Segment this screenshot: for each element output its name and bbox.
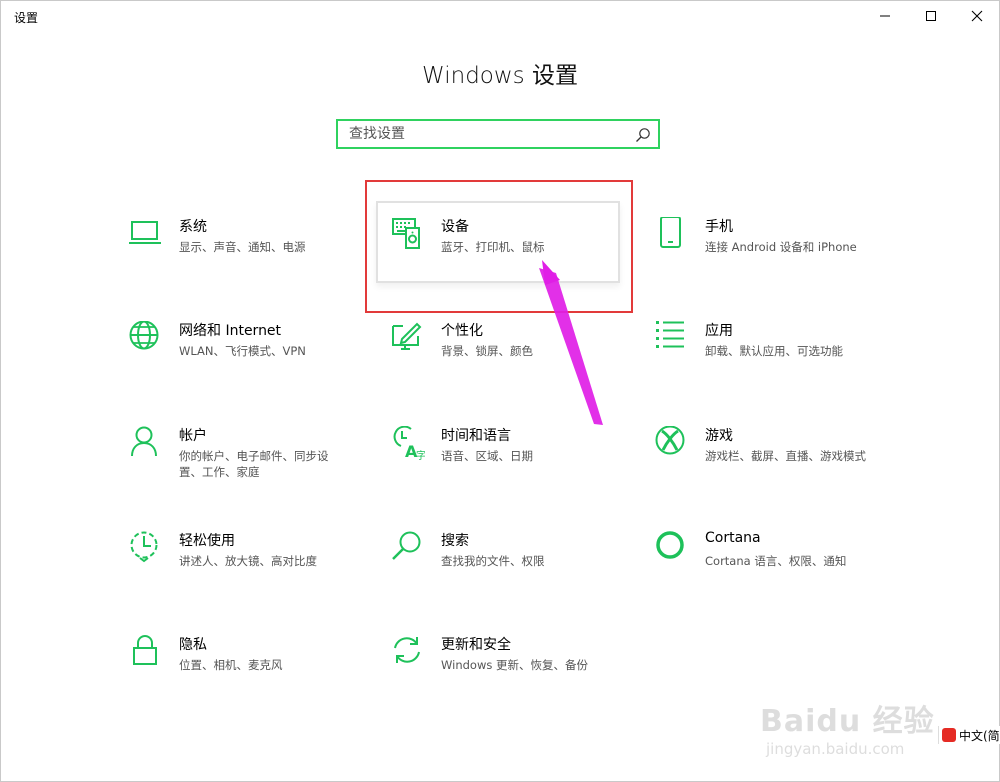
- watermark-brand: Baidu 经验: [760, 704, 935, 739]
- item-name: 轻松使用: [179, 533, 235, 549]
- search-icon[interactable]: [635, 127, 651, 143]
- minimize-icon: [880, 15, 890, 17]
- settings-item-devices[interactable]: 设备 蓝牙、打印机、鼠标: [391, 217, 641, 287]
- item-name: 时间和语言: [441, 428, 511, 444]
- item-name: 设备: [441, 219, 469, 235]
- item-desc: 背景、锁屏、颜色: [441, 344, 533, 358]
- time-language-icon: A字: [391, 426, 425, 460]
- item-name: 系统: [179, 219, 207, 235]
- settings-item-cortana[interactable]: Cortana Cortana 语言、权限、通知: [655, 530, 905, 601]
- item-name: 网络和 Internet: [179, 323, 282, 339]
- close-button[interactable]: [954, 0, 1000, 32]
- app-list-icon: [655, 321, 689, 355]
- magnifier-icon: [391, 531, 425, 565]
- xbox-icon: [655, 426, 689, 460]
- item-desc: 游戏栏、截屏、直播、游戏模式: [705, 449, 866, 463]
- baidu-watermark: Baidu 经验 jingyan.baidu.com: [760, 668, 960, 778]
- settings-item-phone[interactable]: 手机 连接 Android 设备和 iPhone: [655, 217, 905, 287]
- item-name: 游戏: [705, 428, 733, 444]
- item-name: 更新和安全: [441, 637, 511, 653]
- item-desc: 查找我的文件、权限: [441, 554, 545, 568]
- search-input[interactable]: [338, 121, 639, 147]
- settings-item-update-security[interactable]: 更新和安全 Windows 更新、恢复、备份: [391, 635, 641, 705]
- svg-text:字: 字: [416, 449, 425, 460]
- settings-item-privacy[interactable]: 隐私 位置、相机、麦克风: [129, 635, 379, 705]
- item-name: 手机: [705, 219, 733, 235]
- item-name: 应用: [705, 323, 733, 339]
- item-desc: 语音、区域、日期: [441, 449, 533, 463]
- settings-item-accounts[interactable]: 帐户 你的帐户、电子邮件、同步设置、工作、家庭: [129, 426, 379, 496]
- settings-item-gaming[interactable]: 游戏 游戏栏、截屏、直播、游戏模式: [655, 426, 905, 496]
- maximize-icon: [926, 11, 936, 21]
- minimize-button[interactable]: [862, 0, 908, 32]
- page-title: Windows 设置: [422, 63, 578, 89]
- maximize-button[interactable]: [908, 0, 954, 32]
- ime-indicator[interactable]: 中文(简: [938, 726, 1000, 744]
- item-desc: Windows 更新、恢复、备份: [441, 658, 588, 672]
- item-desc: 位置、相机、麦克风: [179, 658, 283, 672]
- item-name: 帐户: [179, 428, 207, 444]
- settings-item-search[interactable]: 搜索 查找我的文件、权限: [391, 531, 641, 601]
- laptop-icon: [129, 217, 163, 251]
- settings-item-personalization[interactable]: 个性化 背景、锁屏、颜色: [391, 321, 641, 391]
- person-icon: [129, 426, 163, 460]
- item-name: Cortana: [705, 530, 761, 546]
- ime-label: 中文(简: [959, 728, 1000, 743]
- globe-icon: [129, 321, 163, 355]
- item-desc: 连接 Android 设备和 iPhone: [705, 240, 857, 254]
- ime-logo-icon: [942, 728, 956, 742]
- settings-item-apps[interactable]: 应用 卸载、默认应用、可选功能: [655, 321, 905, 391]
- keyboard-speaker-icon: [391, 217, 425, 251]
- ease-of-access-icon: [129, 531, 163, 565]
- watermark-url: jingyan.baidu.com: [766, 740, 905, 758]
- settings-item-ease-of-access[interactable]: 轻松使用 讲述人、放大镜、高对比度: [129, 531, 379, 601]
- paint-monitor-icon: [391, 321, 425, 355]
- settings-item-system[interactable]: 系统 显示、声音、通知、电源: [129, 217, 379, 287]
- window-title: 设置: [14, 11, 39, 25]
- item-name: 个性化: [441, 323, 483, 339]
- settings-item-network[interactable]: 网络和 Internet WLAN、飞行模式、VPN: [129, 321, 379, 391]
- item-desc: WLAN、飞行模式、VPN: [179, 344, 306, 358]
- item-desc: 卸载、默认应用、可选功能: [705, 344, 843, 358]
- cortana-icon: [655, 531, 689, 565]
- search-box[interactable]: [336, 119, 660, 149]
- item-desc: 显示、声音、通知、电源: [179, 240, 306, 254]
- title-bar: 设置: [0, 0, 1000, 32]
- settings-item-time-language[interactable]: A字 时间和语言 语音、区域、日期: [391, 426, 641, 496]
- item-desc: 蓝牙、打印机、鼠标: [441, 240, 545, 254]
- item-desc: Cortana 语言、权限、通知: [705, 554, 847, 568]
- item-desc: 你的帐户、电子邮件、同步设置、工作、家庭: [179, 449, 329, 479]
- sync-icon: [391, 635, 425, 669]
- lock-icon: [129, 635, 163, 669]
- close-icon: [971, 10, 983, 22]
- phone-icon: [655, 217, 689, 251]
- item-desc: 讲述人、放大镜、高对比度: [179, 554, 317, 568]
- item-name: 隐私: [179, 637, 207, 653]
- item-name: 搜索: [441, 533, 469, 549]
